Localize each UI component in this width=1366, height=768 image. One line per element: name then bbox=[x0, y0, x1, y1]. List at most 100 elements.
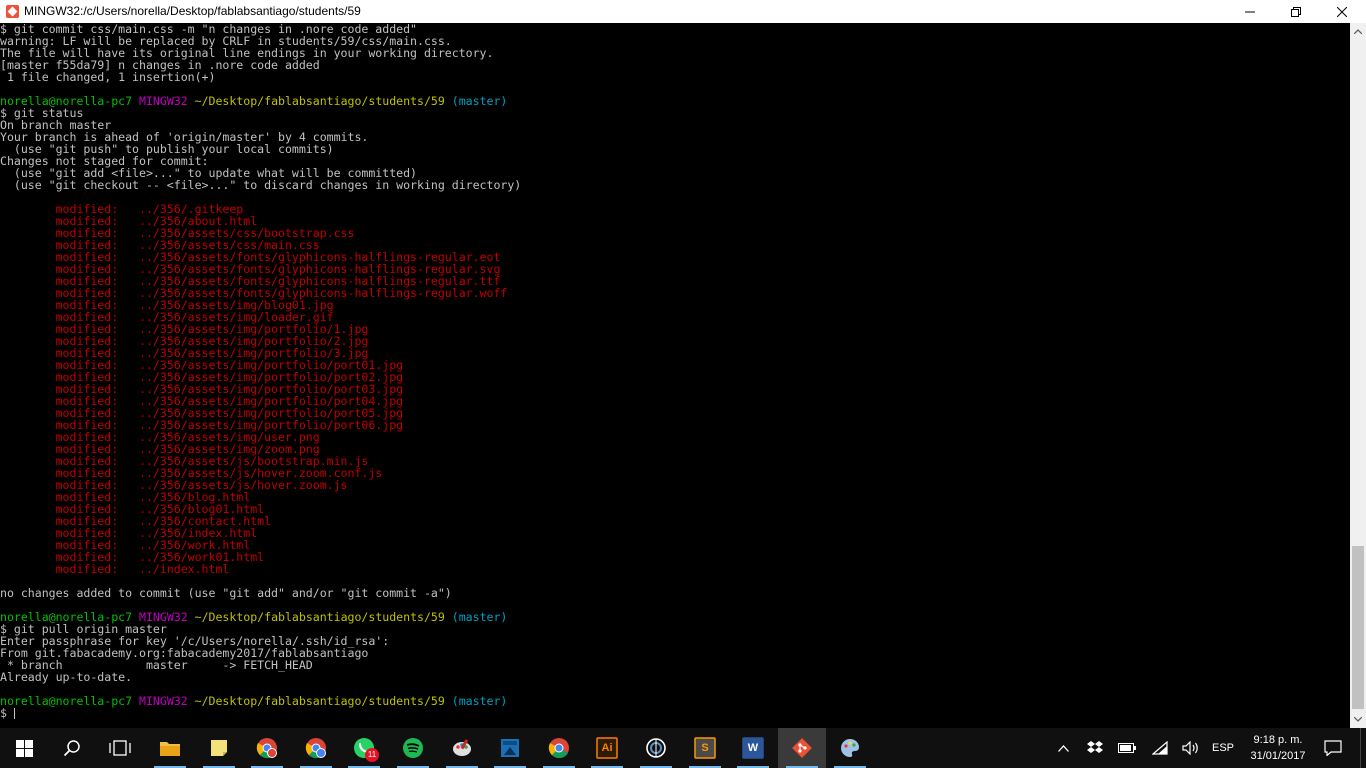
chrome-icon bbox=[256, 737, 278, 759]
minimize-button[interactable] bbox=[1227, 0, 1273, 23]
terminal-text: ~/Desktop/fablabsantiago/students/59 bbox=[194, 610, 445, 624]
terminal-text: (master) bbox=[451, 694, 508, 708]
taskbar-app-spotify[interactable] bbox=[389, 728, 437, 768]
terminal-text: ~/Desktop/fablabsantiago/students/59 bbox=[194, 694, 445, 708]
chrome-icon bbox=[305, 737, 327, 759]
illustrator-icon: Ai bbox=[596, 737, 618, 759]
prompt-symbol: $ bbox=[0, 706, 14, 720]
dropbox-icon bbox=[1087, 741, 1103, 753]
show-desktop-button[interactable] bbox=[1360, 728, 1366, 768]
tray-battery[interactable] bbox=[1115, 728, 1139, 768]
taskbar-app-chrome-profile-1[interactable] bbox=[243, 728, 291, 768]
sticky-note-icon bbox=[208, 737, 230, 759]
taskbar-app-fusion-app[interactable] bbox=[632, 728, 680, 768]
tray-volume[interactable] bbox=[1179, 728, 1203, 768]
clock-time: 9:18 p. m. bbox=[1253, 734, 1303, 746]
taskbar-app-sublime-text[interactable]: S bbox=[681, 728, 729, 768]
taskbar-app-whatsapp[interactable]: 11 bbox=[340, 728, 388, 768]
restore-button[interactable] bbox=[1273, 0, 1319, 23]
close-button[interactable] bbox=[1319, 0, 1365, 23]
terminal-line: $ git status bbox=[0, 107, 1350, 119]
wifi-icon bbox=[1152, 741, 1168, 755]
action-center-button[interactable] bbox=[1320, 728, 1346, 768]
window-title-bar[interactable]: MINGW32:/c/Users/norella/Desktop/fablabs… bbox=[0, 0, 1366, 24]
terminal-line: 1 file changed, 1 insertion(+) bbox=[0, 71, 1350, 83]
taskbar-app-illustrator[interactable]: Ai bbox=[583, 728, 631, 768]
terminal-text: 1 file changed, 1 insertion(+) bbox=[0, 70, 216, 84]
git-icon bbox=[791, 737, 813, 759]
terminal-text: MINGW32 bbox=[139, 694, 188, 708]
sublime-text-label: S bbox=[701, 742, 709, 754]
scroll-thumb[interactable] bbox=[1352, 546, 1364, 709]
search-icon bbox=[63, 740, 80, 757]
word-icon: W bbox=[742, 737, 764, 759]
vertical-scrollbar[interactable] bbox=[1350, 23, 1366, 728]
windows-logo-icon bbox=[15, 739, 33, 757]
window-title: MINGW32:/c/Users/norella/Desktop/fablabs… bbox=[24, 4, 361, 18]
spotify-icon bbox=[402, 737, 424, 759]
illustrator-label: Ai bbox=[601, 742, 613, 754]
taskbar: 11 Ai S W ESP 9:18 p. m. 31/01/2017 bbox=[0, 728, 1366, 768]
taskbar-app-chrome[interactable] bbox=[535, 728, 583, 768]
tray-language[interactable]: ESP bbox=[1208, 728, 1238, 768]
kindle-icon bbox=[499, 737, 521, 759]
taskbar-app-git-bash[interactable] bbox=[778, 728, 826, 768]
terminal-text: (master) bbox=[451, 94, 508, 108]
terminal-text: (master) bbox=[451, 610, 508, 624]
palette-icon bbox=[839, 737, 861, 759]
folder-icon bbox=[159, 737, 181, 759]
scroll-up-button[interactable] bbox=[1350, 23, 1366, 40]
terminal-text: ~/Desktop/fablabsantiago/students/59 bbox=[194, 94, 445, 108]
terminal-line: * branch master -> FETCH_HEAD bbox=[0, 659, 1350, 671]
taskbar-app-paint-app[interactable] bbox=[438, 728, 486, 768]
terminal-text: no changes added to commit (use "git add… bbox=[0, 586, 452, 600]
git-bash-app-icon bbox=[6, 5, 19, 18]
tray-wifi[interactable] bbox=[1149, 728, 1171, 768]
terminal-text: modified: ../index.html bbox=[0, 562, 230, 576]
tray-overflow-button[interactable] bbox=[1052, 728, 1074, 768]
taskbar-clock[interactable]: 9:18 p. m. 31/01/2017 bbox=[1238, 732, 1318, 764]
search-button[interactable] bbox=[48, 728, 96, 768]
notification-badge: 11 bbox=[365, 748, 379, 762]
taskbar-app-chrome-profile-2[interactable] bbox=[292, 728, 340, 768]
terminal-line: (use "git checkout -- <file>..." to disc… bbox=[0, 179, 1350, 191]
speaker-icon bbox=[1182, 741, 1198, 755]
taskbar-app-sticky-notes[interactable] bbox=[195, 728, 243, 768]
gear-globe-icon bbox=[645, 737, 667, 759]
terminal-line: norella@norella-pc7 MINGW32 ~/Desktop/fa… bbox=[0, 695, 1350, 707]
minimize-icon bbox=[1245, 11, 1255, 12]
task-view-icon bbox=[109, 740, 131, 756]
taskbar-app-word[interactable]: W bbox=[729, 728, 777, 768]
chevron-up-icon bbox=[1057, 744, 1069, 752]
terminal-text: (use "git checkout -- <file>..." to disc… bbox=[0, 178, 522, 192]
terminal-text: norella@norella-pc7 bbox=[0, 694, 133, 708]
text-cursor bbox=[13, 708, 15, 719]
terminal-line: norella@norella-pc7 MINGW32 ~/Desktop/fa… bbox=[0, 95, 1350, 107]
tray-dropbox[interactable] bbox=[1084, 728, 1106, 768]
scroll-down-button[interactable] bbox=[1350, 711, 1366, 728]
taskbar-app-file-explorer[interactable] bbox=[146, 728, 194, 768]
terminal-output[interactable]: $ git commit css/main.css -m "n changes … bbox=[0, 23, 1350, 728]
terminal-line: modified: ../index.html bbox=[0, 563, 1350, 575]
paint-icon bbox=[451, 737, 473, 759]
terminal-prompt-line[interactable]: $ bbox=[0, 707, 1350, 719]
terminal-line: Already up-to-date. bbox=[0, 671, 1350, 683]
notification-icon bbox=[1324, 740, 1342, 756]
whatsapp-icon: 11 bbox=[353, 737, 379, 762]
terminal-line: norella@norella-pc7 MINGW32 ~/Desktop/fa… bbox=[0, 611, 1350, 623]
task-view-button[interactable] bbox=[96, 728, 144, 768]
taskbar-app-kindle[interactable] bbox=[486, 728, 534, 768]
battery-icon bbox=[1118, 743, 1136, 753]
taskbar-app-paint-3d[interactable] bbox=[826, 728, 874, 768]
start-button[interactable] bbox=[0, 728, 48, 768]
terminal-text: MINGW32 bbox=[139, 94, 188, 108]
close-icon bbox=[1337, 6, 1347, 17]
terminal-line: no changes added to commit (use "git add… bbox=[0, 587, 1350, 599]
word-label: W bbox=[747, 742, 759, 754]
